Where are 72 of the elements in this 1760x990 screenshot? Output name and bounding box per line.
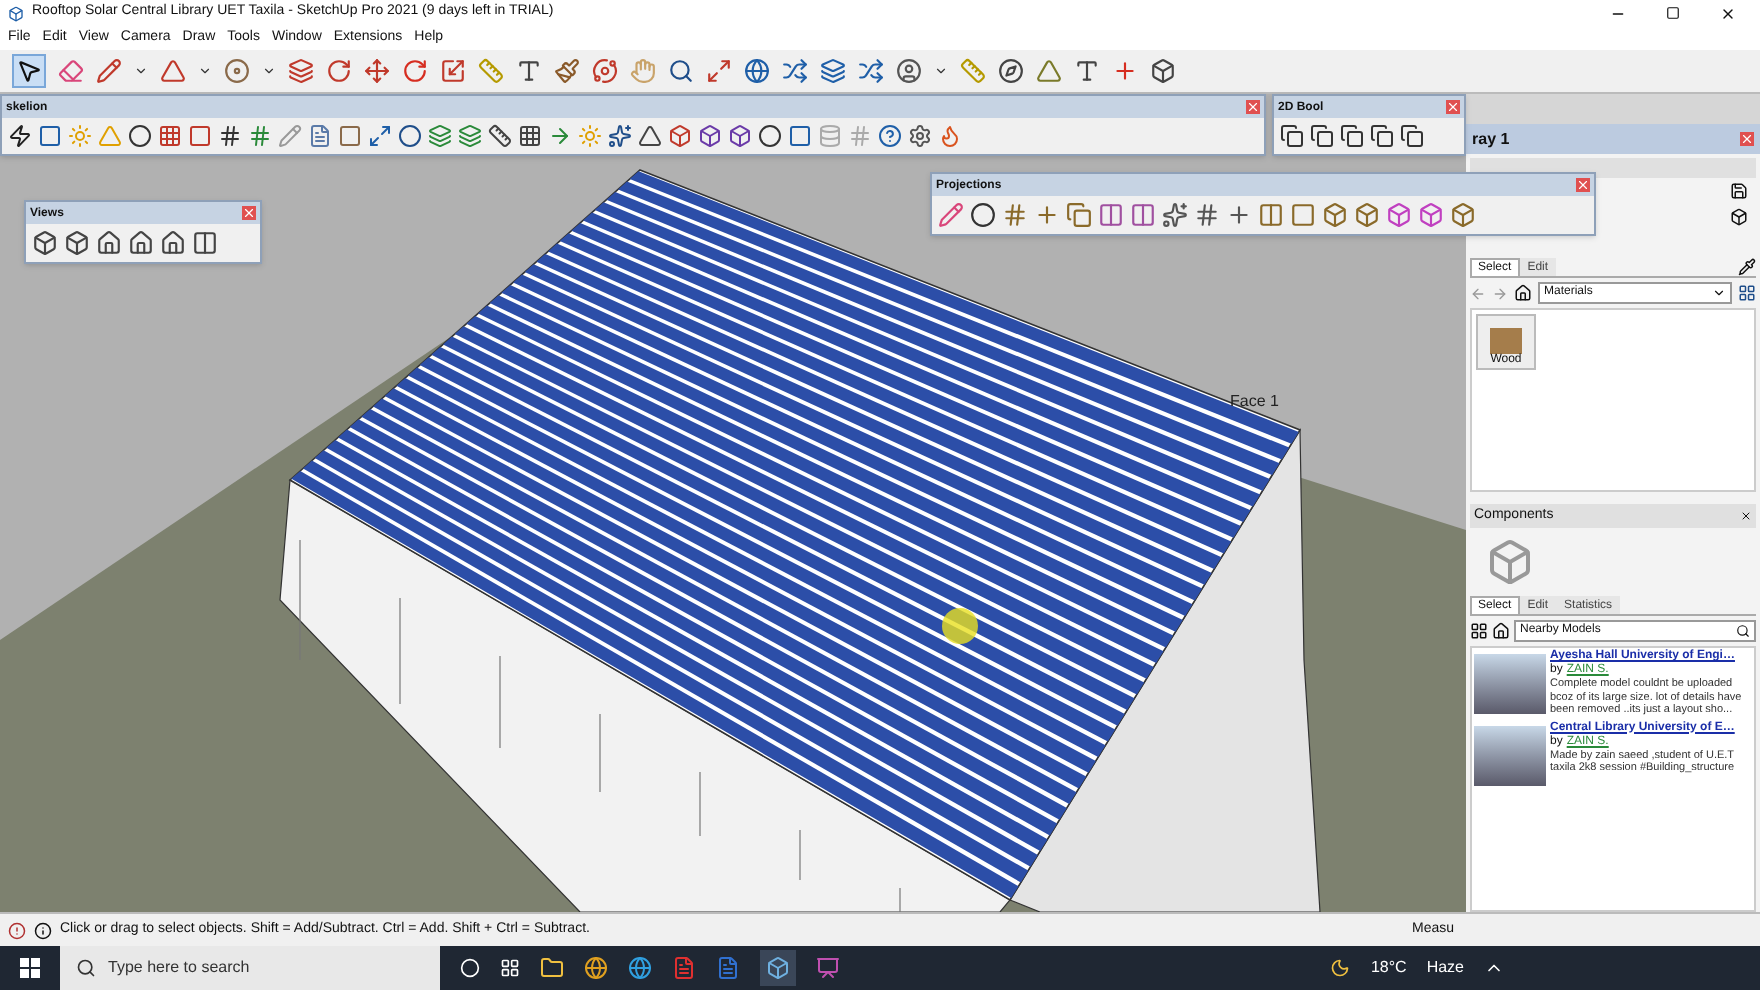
- view-options-icon[interactable]: [1470, 622, 1488, 640]
- close-icon[interactable]: [1720, 5, 1736, 21]
- box-icon[interactable]: [1322, 202, 1348, 228]
- close-icon[interactable]: [1740, 510, 1752, 522]
- grid-icon[interactable]: [158, 124, 182, 148]
- model-thumbnail-placeholder: [1474, 725, 1546, 785]
- columns-icon[interactable]: [1258, 202, 1284, 228]
- box-icon[interactable]: [1386, 202, 1412, 228]
- caret-icon[interactable]: [198, 64, 212, 78]
- settings-icon[interactable]: [908, 124, 932, 148]
- help-icon[interactable]: [878, 124, 902, 148]
- caret-icon[interactable]: [134, 64, 148, 78]
- temperature-label: 18°C: [1370, 956, 1407, 980]
- grid-icon[interactable]: [1194, 202, 1220, 228]
- details-icon[interactable]: [1738, 284, 1756, 302]
- search-icon[interactable]: [1736, 624, 1750, 638]
- document-icon[interactable]: [716, 956, 740, 980]
- grid-icon[interactable]: [1002, 202, 1028, 228]
- box-icon[interactable]: [1450, 202, 1476, 228]
- box-icon[interactable]: [1418, 202, 1444, 228]
- square-icon[interactable]: [1290, 202, 1316, 228]
- sheet-icon[interactable]: [308, 124, 332, 148]
- alert-icon[interactable]: [8, 921, 26, 939]
- app-logo-icon: [8, 5, 24, 21]
- windows-logo-icon[interactable]: [20, 958, 40, 978]
- info-icon[interactable]: [34, 921, 52, 939]
- text-icon[interactable]: [1074, 58, 1100, 84]
- pencil-icon[interactable]: [938, 202, 964, 228]
- layers-icon[interactable]: [820, 58, 846, 84]
- move-icon[interactable]: [364, 58, 390, 84]
- measure-icon[interactable]: [488, 124, 512, 148]
- taskbar-search-field[interactable]: Type here to search: [60, 946, 440, 990]
- orbit-icon[interactable]: [592, 58, 618, 84]
- caret-icon[interactable]: [934, 64, 948, 78]
- presentation-icon[interactable]: [816, 956, 840, 980]
- flame-icon[interactable]: [938, 124, 962, 148]
- browser-icon[interactable]: [628, 956, 652, 980]
- save-icon[interactable]: [1730, 182, 1748, 200]
- search-icon: [76, 958, 96, 978]
- text-icon[interactable]: [516, 58, 542, 84]
- sphere-icon[interactable]: [128, 124, 152, 148]
- circle-icon[interactable]: [460, 958, 480, 978]
- eraser-icon[interactable]: [58, 58, 84, 84]
- columns-icon[interactable]: [1130, 202, 1156, 228]
- zoom-icon[interactable]: [668, 58, 694, 84]
- maximize-icon[interactable]: [1666, 6, 1680, 20]
- user-circle-icon[interactable]: [896, 58, 922, 84]
- rotate-icon[interactable]: [326, 58, 352, 84]
- pencil-icon[interactable]: [96, 58, 122, 84]
- face-label: Face 1: [1230, 390, 1279, 414]
- star-icon[interactable]: [1162, 202, 1188, 228]
- model-thumbnail-placeholder: [1474, 654, 1546, 714]
- pdf-icon[interactable]: [672, 956, 696, 980]
- star-icon[interactable]: [608, 124, 632, 148]
- folder-icon[interactable]: [540, 956, 564, 980]
- arrow-icon[interactable]: [548, 124, 572, 148]
- home-icon[interactable]: [1514, 284, 1532, 302]
- tray-title: ray 1: [1472, 127, 1510, 151]
- weather-label: Haze: [1426, 956, 1464, 980]
- task-view-icon[interactable]: [500, 958, 520, 978]
- box-icon[interactable]: [1354, 202, 1380, 228]
- disc-icon[interactable]: [224, 58, 250, 84]
- caret-icon: [1712, 286, 1726, 300]
- cubes-icon: [1486, 538, 1534, 586]
- columns-icon[interactable]: [1098, 202, 1124, 228]
- moon-icon: [1330, 958, 1351, 978]
- home-icon[interactable]: [1492, 622, 1510, 640]
- grid-icon[interactable]: [518, 124, 542, 148]
- caret-icon[interactable]: [262, 64, 276, 78]
- eyedropper-icon[interactable]: [1738, 258, 1756, 276]
- ring-icon[interactable]: [398, 124, 422, 148]
- circular-arrows-icon[interactable]: [402, 58, 428, 84]
